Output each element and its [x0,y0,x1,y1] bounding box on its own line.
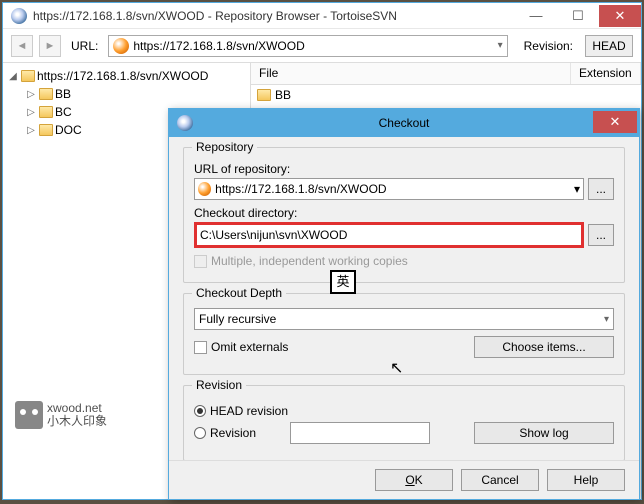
revision-input[interactable] [290,422,430,444]
expand-icon[interactable]: ▷ [25,107,37,118]
url-text: https://172.168.1.8/svn/XWOOD [133,39,304,53]
checkout-dir-input[interactable] [194,222,584,248]
minimize-button[interactable]: — [515,5,557,27]
radio-icon [194,427,206,439]
radio-icon [194,405,206,417]
globe-icon [113,38,129,54]
dialog-close-button[interactable]: ✕ [593,111,637,133]
chevron-down-icon[interactable]: ▾ [498,40,503,51]
checkout-directory-label: Checkout directory: [194,206,614,220]
tree-item[interactable]: ▷ BB [7,85,246,103]
folder-icon [21,70,35,82]
app-icon [11,8,27,24]
head-revision-radio[interactable]: HEAD revision [194,404,614,418]
multiple-copies-checkbox: Multiple, independent working copies [194,254,614,268]
col-ext[interactable]: Extension [571,63,641,84]
url-of-repository-label: URL of repository: [194,162,614,176]
repo-url-input[interactable]: ▾ [194,178,584,200]
maximize-button[interactable]: ☐ [557,5,599,27]
revision-label: Revision: [524,39,573,53]
revision-group: Revision HEAD revision Revision Show log [183,385,625,461]
checkout-dialog: Checkout ✕ Repository URL of repository:… [168,108,640,500]
checkbox-icon [194,255,207,268]
choose-items-button[interactable]: Choose items... [474,336,614,358]
collapse-icon[interactable]: ◢ [7,71,19,82]
depth-select[interactable]: Fully recursive ▾ [194,308,614,330]
watermark: xwood.net小木人印象 [15,401,107,429]
close-button[interactable]: ✕ [599,5,641,27]
omit-externals-checkbox[interactable]: Omit externals [194,340,288,354]
revision-radio[interactable]: Revision [194,426,256,440]
url-combobox[interactable]: https://172.168.1.8/svn/XWOOD ▾ [108,35,507,57]
head-button[interactable]: HEAD [585,35,633,57]
expand-icon[interactable]: ▷ [25,89,37,100]
show-log-button[interactable]: Show log [474,422,614,444]
ime-indicator[interactable]: 英 [330,270,356,294]
expand-icon[interactable]: ▷ [25,125,37,136]
checkbox-icon [194,341,207,354]
app-icon [177,115,193,131]
col-file[interactable]: File [251,63,571,84]
ok-button[interactable]: OOKK [375,469,453,491]
chevron-down-icon[interactable]: ▾ [574,182,580,196]
tree-root[interactable]: ◢ https://172.168.1.8/svn/XWOOD [7,67,246,85]
help-button[interactable]: Help [547,469,625,491]
dialog-title: Checkout [199,116,639,130]
checkout-depth-group: Checkout Depth Fully recursive ▾ Omit ex… [183,293,625,375]
forward-button[interactable]: ► [39,35,61,57]
globe-icon [198,182,211,196]
robot-icon [15,401,43,429]
folder-icon [257,89,271,101]
toolbar: ◄ ► URL: https://172.168.1.8/svn/XWOOD ▾… [3,29,641,63]
browse-repo-button[interactable]: ... [588,178,614,200]
titlebar: https://172.168.1.8/svn/XWOOD - Reposito… [3,3,641,29]
cursor-icon: ↖ [390,358,403,378]
back-button[interactable]: ◄ [11,35,33,57]
window-title: https://172.168.1.8/svn/XWOOD - Reposito… [33,9,515,23]
file-row[interactable]: BB [251,85,641,105]
browse-dir-button[interactable]: ... [588,224,614,246]
cancel-button[interactable]: Cancel [461,469,539,491]
folder-icon [39,106,53,118]
url-label: URL: [71,39,98,53]
chevron-down-icon[interactable]: ▾ [604,314,609,325]
dialog-titlebar: Checkout ✕ [169,109,639,137]
folder-icon [39,88,53,100]
folder-icon [39,124,53,136]
repository-group: Repository URL of repository: ▾ ... Chec… [183,147,625,283]
